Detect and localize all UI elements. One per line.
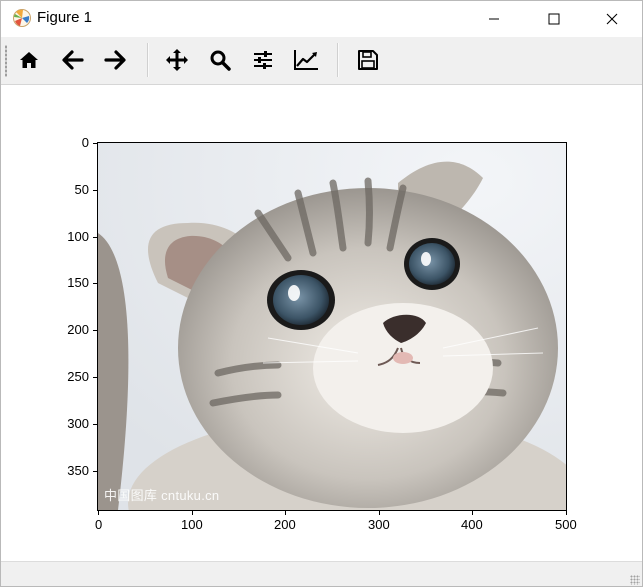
x-tick-mark bbox=[285, 511, 286, 515]
y-tick-label: 0 bbox=[81, 135, 89, 150]
pan-button[interactable] bbox=[161, 44, 193, 76]
maximize-icon bbox=[548, 13, 560, 25]
magnifier-icon bbox=[210, 50, 231, 71]
line-chart-icon bbox=[294, 50, 318, 70]
y-tick-label: 100 bbox=[67, 229, 89, 244]
arrow-left-icon bbox=[62, 50, 84, 70]
y-tick-mark bbox=[93, 377, 97, 378]
matplotlib-logo-icon bbox=[13, 9, 31, 27]
x-tick-mark bbox=[379, 511, 380, 515]
y-tick-mark bbox=[93, 143, 97, 144]
image-axes[interactable]: 中国图库 cntuku.cn bbox=[97, 142, 567, 511]
x-tick-label: 100 bbox=[181, 517, 203, 532]
x-tick-mark bbox=[566, 511, 567, 515]
status-bar bbox=[1, 561, 642, 586]
minimize-button[interactable] bbox=[464, 1, 524, 37]
resize-grip[interactable] bbox=[630, 575, 640, 585]
move-arrows-icon bbox=[166, 49, 188, 71]
x-tick-label: 0 bbox=[95, 517, 103, 532]
y-tick-mark bbox=[93, 283, 97, 284]
y-tick-mark bbox=[93, 424, 97, 425]
x-tick-label: 300 bbox=[368, 517, 390, 532]
navigation-toolbar bbox=[1, 37, 642, 85]
y-tick-mark bbox=[93, 330, 97, 331]
zoom-button[interactable] bbox=[204, 44, 236, 76]
save-button[interactable] bbox=[352, 44, 384, 76]
y-tick-mark bbox=[93, 237, 97, 238]
figure-canvas[interactable]: 中国图库 cntuku.cn 0 50 100 150 200 250 300 350 0 100… bbox=[1, 85, 642, 561]
window-title: Figure 1 bbox=[37, 9, 93, 26]
x-tick-mark bbox=[192, 511, 193, 515]
title-bar[interactable]: Figure 1 bbox=[1, 1, 642, 37]
home-icon bbox=[20, 52, 38, 68]
sliders-icon bbox=[254, 51, 272, 69]
x-tick-label: 400 bbox=[461, 517, 483, 532]
x-tick-label: 500 bbox=[555, 517, 577, 532]
x-tick-mark bbox=[98, 511, 99, 515]
y-tick-mark bbox=[93, 190, 97, 191]
floppy-disk-icon bbox=[358, 50, 378, 70]
home-button[interactable] bbox=[13, 44, 45, 76]
close-button[interactable] bbox=[582, 1, 642, 37]
y-tick-label: 300 bbox=[67, 416, 89, 431]
y-tick-label: 200 bbox=[67, 322, 89, 337]
edit-axes-button[interactable] bbox=[290, 44, 322, 76]
forward-button[interactable] bbox=[99, 44, 131, 76]
configure-subplots-button[interactable] bbox=[247, 44, 279, 76]
y-tick-label: 250 bbox=[67, 369, 89, 384]
minimize-icon bbox=[489, 18, 499, 20]
kitten-photo bbox=[98, 143, 566, 510]
y-tick-label: 350 bbox=[67, 463, 89, 478]
x-tick-label: 200 bbox=[274, 517, 296, 532]
y-tick-label: 150 bbox=[67, 275, 89, 290]
arrow-right-icon bbox=[104, 50, 126, 70]
y-tick-mark bbox=[93, 471, 97, 472]
watermark-text: 中国图库 cntuku.cn bbox=[104, 488, 220, 503]
toolbar-separator bbox=[337, 43, 339, 77]
toolbar-grip[interactable] bbox=[5, 45, 7, 77]
y-tick-label: 50 bbox=[74, 182, 89, 197]
x-tick-mark bbox=[472, 511, 473, 515]
figure-window: Figure 1 中国图库 cntuku.cn 0 50 100 150 200… bbox=[0, 0, 643, 587]
maximize-button[interactable] bbox=[524, 1, 584, 37]
toolbar-separator bbox=[147, 43, 149, 77]
back-button[interactable] bbox=[57, 44, 89, 76]
close-icon bbox=[606, 13, 618, 25]
